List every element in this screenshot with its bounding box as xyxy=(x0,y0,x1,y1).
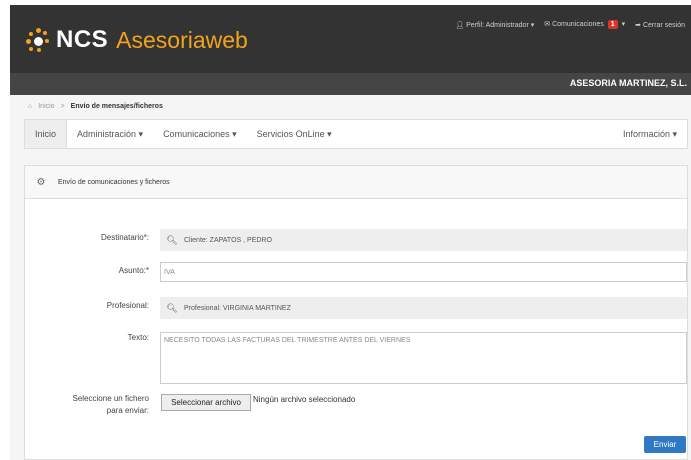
text-label: Texto: xyxy=(127,333,149,342)
panel-title: Envío de comunicaciones y ficheros xyxy=(58,178,170,186)
message-panel: ⚙ Envío de comunicaciones y ficheros Des… xyxy=(24,165,688,460)
brand-product: Asesoriaweb xyxy=(116,26,248,53)
messages-link[interactable]: ✉ Comunicaciones 1 ▾ xyxy=(544,20,625,29)
top-header: NCS Asesoriaweb 👤︎ Perfil: Administrador… xyxy=(10,5,691,73)
breadcrumb-home[interactable]: Inicio xyxy=(38,103,54,110)
brand-ncs: NCS xyxy=(56,26,109,53)
recipient-label: Destinatario*: xyxy=(100,233,149,242)
select-file-button[interactable]: Seleccionar archivo xyxy=(161,394,251,411)
profile-link[interactable]: 👤︎ Perfil: Administrador ▾ xyxy=(455,21,534,29)
file-label-line-1: Seleccione un fichero xyxy=(72,394,150,403)
home-icon[interactable]: ⌂ xyxy=(28,103,32,110)
user-icon: 👤︎ xyxy=(455,21,465,29)
logo[interactable]: NCS Asesoriaweb xyxy=(26,25,248,55)
recipient-field[interactable]: 🔍︎ Cliente: ZAPATOS , PEDRO xyxy=(160,229,687,251)
nav-comunicaciones[interactable]: Comunicaciones ▾ xyxy=(153,120,247,148)
nav-informacion[interactable]: Información ▾ xyxy=(613,120,687,148)
messages-count-badge: 1 xyxy=(607,20,618,29)
company-bar: ASESORIA MARTINEZ, S.L. xyxy=(10,73,691,95)
subject-input[interactable]: IVA xyxy=(160,262,687,282)
logout-link[interactable]: ➦ Cerrar sesión xyxy=(635,21,685,29)
nav-inicio[interactable]: Inicio xyxy=(25,120,68,148)
app-frame: NCS Asesoriaweb 👤︎ Perfil: Administrador… xyxy=(10,5,691,460)
message-textarea[interactable]: NECESITO TODAS LAS FACTURAS DEL TRIMESTR… xyxy=(160,332,687,384)
company-name: ASESORIA MARTINEZ, S.L. xyxy=(569,78,687,88)
breadcrumb-separator: > xyxy=(60,102,65,110)
breadcrumb-current: Envío de mensajes/ficheros xyxy=(70,102,163,110)
search-icon[interactable]: 🔍︎ xyxy=(160,303,184,314)
professional-field[interactable]: 🔍︎ Profesional: VIRGINIA MARTINEZ xyxy=(160,297,687,319)
breadcrumb: ⌂ Inicio > Envío de mensajes/ficheros xyxy=(10,95,691,117)
send-button[interactable]: Enviar xyxy=(644,436,686,453)
gear-icon[interactable]: ⚙ xyxy=(34,177,48,188)
recipient-value: Cliente: ZAPATOS , PEDRO xyxy=(184,236,272,244)
panel-header: ⚙ Envío de comunicaciones y ficheros xyxy=(25,166,687,199)
main-nav: Inicio Administración ▾ Comunicaciones ▾… xyxy=(24,119,688,149)
file-label-line-2: para enviar: xyxy=(106,406,149,415)
logout-arrow-icon: ➦ xyxy=(635,21,642,29)
professional-value: Profesional: VIRGINIA MARTINEZ xyxy=(184,304,291,312)
nav-servicios-online[interactable]: Servicios OnLine ▾ xyxy=(247,120,342,148)
envelope-icon: ✉ xyxy=(544,21,551,28)
user-menu: 👤︎ Perfil: Administrador ▾ ✉ Comunicacio… xyxy=(455,20,685,29)
subject-label: Asunto:* xyxy=(118,266,149,275)
search-icon[interactable]: 🔍︎ xyxy=(160,235,184,246)
logo-dots-icon xyxy=(26,28,50,52)
professional-label: Profesional: xyxy=(106,301,149,310)
file-status: Ningún archivo seleccionado xyxy=(253,395,356,404)
nav-administracion[interactable]: Administración ▾ xyxy=(67,120,153,148)
